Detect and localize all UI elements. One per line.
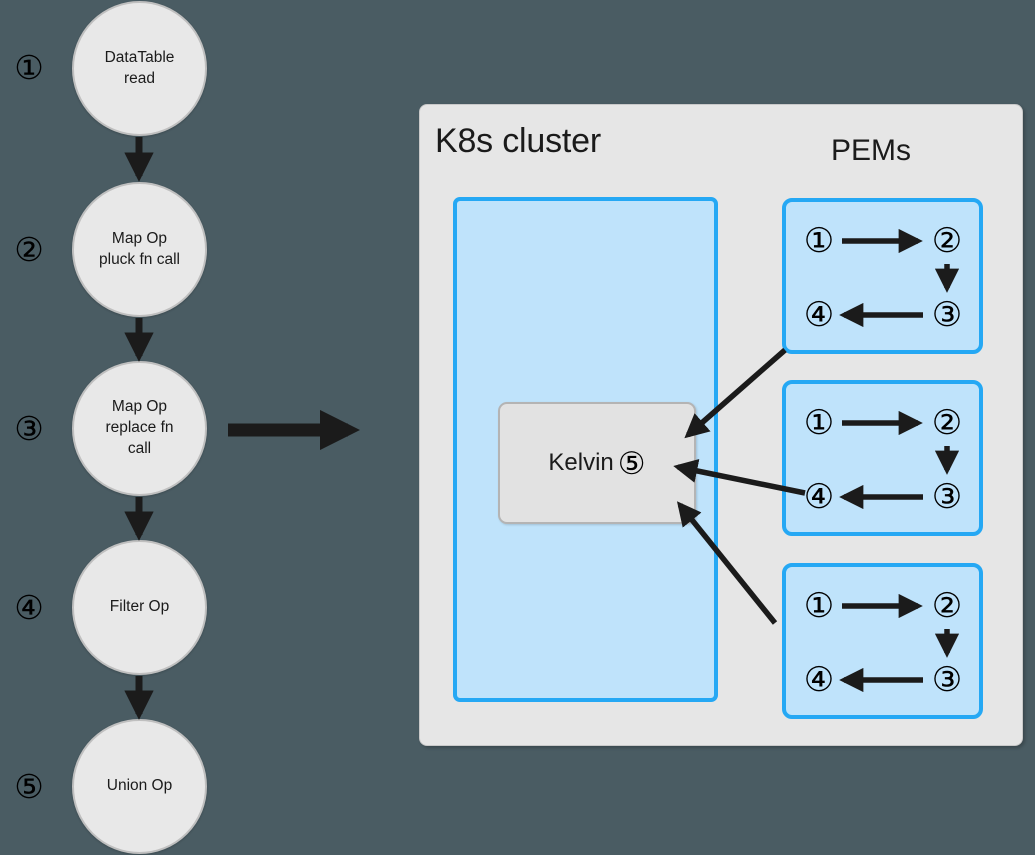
pem-node-4: ④ bbox=[803, 477, 835, 517]
pem-box-2: ① ② ③ ④ bbox=[782, 380, 983, 536]
pems-title: PEMs bbox=[831, 134, 912, 167]
node-line: read bbox=[123, 69, 155, 87]
pipeline-node-map-op-pluck: Map Op pluck fn call bbox=[72, 182, 207, 317]
kelvin-box: Kelvin ⑤ bbox=[498, 402, 696, 524]
pem-node-1: ① bbox=[803, 586, 835, 626]
step-marker-5: ⑤ bbox=[14, 766, 44, 806]
pem-node-2: ② bbox=[931, 586, 963, 626]
pipeline-node-datatable-read: DataTable read bbox=[72, 1, 207, 136]
pipeline-node-filter-op: Filter Op bbox=[72, 540, 207, 675]
pem-box-3: ① ② ③ ④ bbox=[782, 563, 983, 719]
pem-node-3: ③ bbox=[931, 477, 963, 517]
step-marker-2: ② bbox=[14, 229, 44, 269]
step-marker-4: ④ bbox=[14, 587, 44, 627]
node-line: Map Op bbox=[111, 398, 168, 416]
node-line: Filter Op bbox=[109, 598, 170, 616]
node-line: pluck fn call bbox=[99, 250, 180, 268]
pem-box-1: ① ② ③ ④ bbox=[782, 198, 983, 354]
pipeline-node-map-op-replace: Map Op replace fn call bbox=[72, 361, 207, 496]
pem-node-2: ② bbox=[931, 403, 963, 443]
pem-node-1: ① bbox=[803, 221, 835, 261]
pem-node-3: ③ bbox=[931, 295, 963, 335]
kelvin-step-badge: ⑤ bbox=[617, 445, 646, 482]
pem-node-1: ① bbox=[803, 403, 835, 443]
node-line: Map Op bbox=[111, 229, 168, 247]
node-line: DataTable bbox=[104, 48, 175, 66]
pem-node-4: ④ bbox=[803, 660, 835, 700]
node-line: replace fn bbox=[105, 419, 174, 437]
diagram-canvas: ① DataTable read ② Map Op pluck fn call … bbox=[0, 0, 1035, 855]
k8s-cluster-panel: K8s cluster PEMs Kelvin ⑤ ① ② ③ ④ ① ② ③ … bbox=[419, 104, 1023, 746]
step-marker-1: ① bbox=[14, 47, 44, 87]
node-line: Union Op bbox=[106, 777, 173, 795]
pem-node-4: ④ bbox=[803, 295, 835, 335]
kelvin-label: Kelvin bbox=[548, 449, 614, 476]
pipeline-node-union-op: Union Op bbox=[72, 719, 207, 854]
pem-node-3: ③ bbox=[931, 660, 963, 700]
step-marker-3: ③ bbox=[14, 408, 44, 448]
node-line: call bbox=[127, 439, 152, 457]
k8s-cluster-title: K8s cluster bbox=[435, 122, 601, 160]
pem-node-2: ② bbox=[931, 221, 963, 261]
